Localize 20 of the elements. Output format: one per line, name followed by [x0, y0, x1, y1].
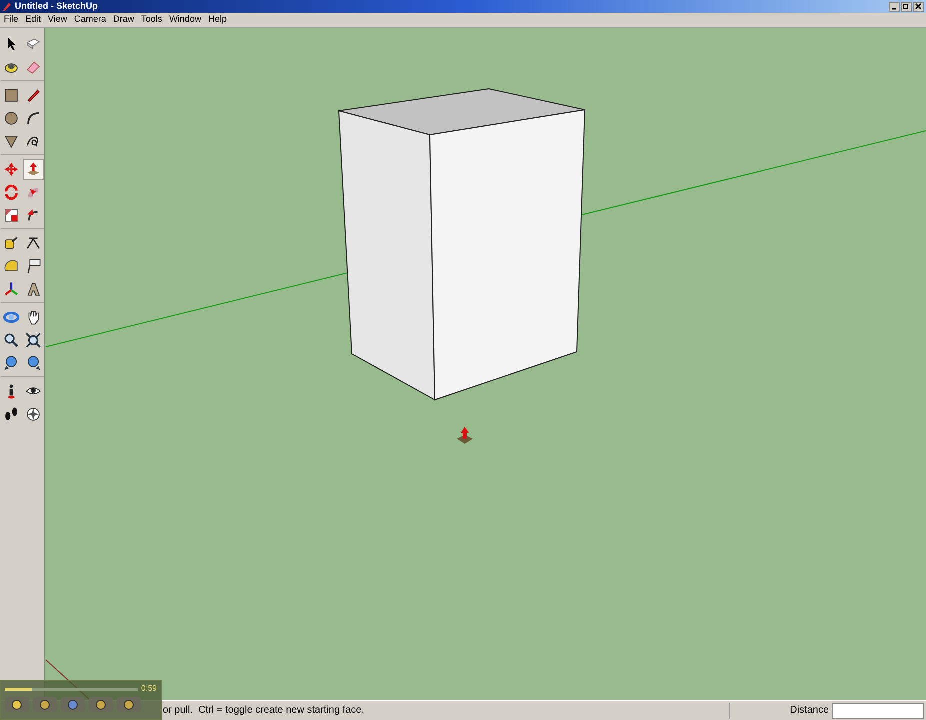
menu-item[interactable]: View: [45, 13, 70, 27]
push-pull-cursor-icon: [457, 427, 473, 444]
window-title: Untitled - SketchUp: [15, 2, 98, 11]
menu-item[interactable]: Draw: [110, 13, 138, 27]
menu-item[interactable]: Camera: [71, 13, 110, 27]
menu-item[interactable]: Tools: [138, 13, 166, 27]
measurement-field[interactable]: [832, 702, 924, 718]
status-message: or pull. Ctrl = toggle create new starting face.: [163, 704, 364, 718]
menu-item[interactable]: Edit: [22, 13, 44, 27]
menu-item[interactable]: Help: [205, 13, 230, 27]
menu-item[interactable]: File: [1, 13, 22, 27]
restore-icon[interactable]: [901, 2, 912, 12]
app-icon: [2, 2, 12, 12]
minimize-icon[interactable]: [889, 2, 900, 12]
progress-track[interactable]: [5, 688, 138, 690]
playback-time: 0:59: [141, 685, 157, 693]
zoom-extents-icon[interactable]: [23, 330, 44, 351]
push-pull-icon[interactable]: [23, 159, 44, 180]
measurement-label: Distance: [790, 704, 829, 718]
menu-item[interactable]: Window: [166, 13, 204, 27]
